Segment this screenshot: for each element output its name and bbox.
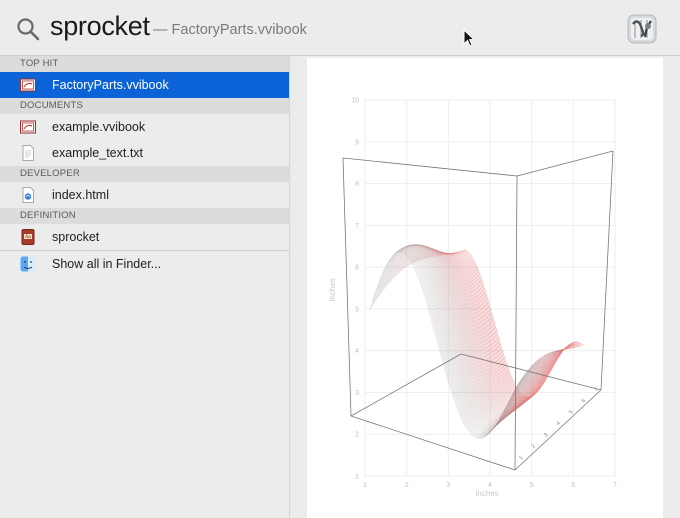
y-tick-label: 7 (355, 223, 359, 230)
y-tick-label: 1 (355, 474, 359, 481)
x-tick-label: 1 (363, 482, 367, 489)
result-label: sprocket (52, 230, 100, 244)
box-edge (514, 175, 518, 471)
search-input[interactable]: sprocket (50, 11, 150, 42)
y-tick-label: 3 (355, 390, 359, 397)
x-tick-label: 4 (488, 482, 492, 489)
y-tick-label: 2 (355, 432, 359, 439)
x-tick-label: 3 (446, 482, 450, 489)
system-preferences-icon[interactable] (627, 14, 657, 44)
x-tick-label: 5 (530, 482, 534, 489)
box-edge (350, 353, 462, 417)
result-example-text[interactable]: example_text.txt (0, 140, 289, 166)
section-top-hit: TOP HIT (0, 56, 289, 72)
result-sprocket-definition[interactable]: Aa sprocket (0, 224, 289, 250)
svg-text:Aa: Aa (24, 234, 31, 240)
box-edge (600, 150, 614, 391)
y-tick-label: 8 (355, 181, 359, 188)
preview-pane: 1 2 3 4 5 6 7 1 2 3 4 5 6 7 8 9 10 1 2 3 4 5 6 7 Inches Inches (291, 56, 680, 518)
y-tick-label: 5 (355, 306, 359, 313)
y-tick-label: 9 (355, 139, 359, 146)
result-label: example_text.txt (52, 146, 144, 160)
plot-surface (368, 244, 584, 439)
surface-curve (378, 246, 525, 435)
y-axis-label: Inches (328, 278, 337, 302)
text-file-icon (22, 145, 34, 161)
z-tick-label: 1 (518, 455, 524, 461)
plot-box (342, 150, 614, 471)
surface-curve (433, 251, 563, 411)
surface-curve (452, 252, 576, 403)
search-completion-hint: — FactoryParts.vvibook (153, 22, 307, 38)
preview-document: 1 2 3 4 5 6 7 1 2 3 4 5 6 7 8 9 10 1 2 3 4 5 6 7 Inches Inches (307, 58, 663, 518)
result-example-vvibook[interactable]: example.vvibook (0, 114, 289, 140)
section-developer: DEVELOPER (0, 166, 289, 182)
results-sidebar: TOP HIT FactoryParts.vvibook DOCUMENTS e… (0, 56, 290, 518)
z-tick-label: 3 (543, 432, 549, 438)
result-label: FactoryParts.vvibook (52, 78, 169, 92)
x-tick-label: 2 (405, 482, 409, 489)
mouse-pointer-icon (463, 29, 475, 47)
plot-grid (364, 99, 616, 477)
surface-curve (438, 252, 566, 409)
y-tick-label: 4 (355, 348, 359, 355)
surface-curve (458, 251, 581, 400)
result-index-html[interactable]: index.html (0, 182, 289, 208)
box-edge (342, 157, 352, 417)
vvibook-document-icon (20, 120, 36, 134)
html-file-icon (22, 187, 34, 203)
finder-icon (20, 256, 36, 272)
y-tick-label: 10 (351, 98, 359, 105)
box-edge (514, 389, 602, 471)
surface-plot: 1 2 3 4 5 6 7123456789101234567 Inches Inches (328, 98, 617, 499)
y-tick-label: 6 (355, 265, 359, 272)
surface-curve (453, 252, 577, 403)
x-tick-label: 6 (571, 482, 575, 489)
search-icon (17, 18, 40, 41)
result-label: example.vvibook (52, 120, 146, 134)
dictionary-icon: Aa (21, 229, 35, 245)
result-label: index.html (52, 188, 109, 202)
show-all-label: Show all in Finder... (52, 257, 162, 271)
section-definition: DEFINITION (0, 208, 289, 224)
x-axis-label: Inches (475, 489, 499, 498)
show-all-in-finder[interactable]: Show all in Finder... (0, 251, 289, 277)
result-factoryparts[interactable]: FactoryParts.vvibook (0, 72, 289, 98)
section-documents: DOCUMENTS (0, 98, 289, 114)
spotlight-search-bar: sprocket — FactoryParts.vvibook (0, 0, 680, 56)
box-edge (342, 157, 518, 177)
z-tick-label: 4 (556, 421, 562, 427)
x-tick-label: 7 (613, 482, 617, 489)
vvibook-document-icon (20, 78, 36, 92)
